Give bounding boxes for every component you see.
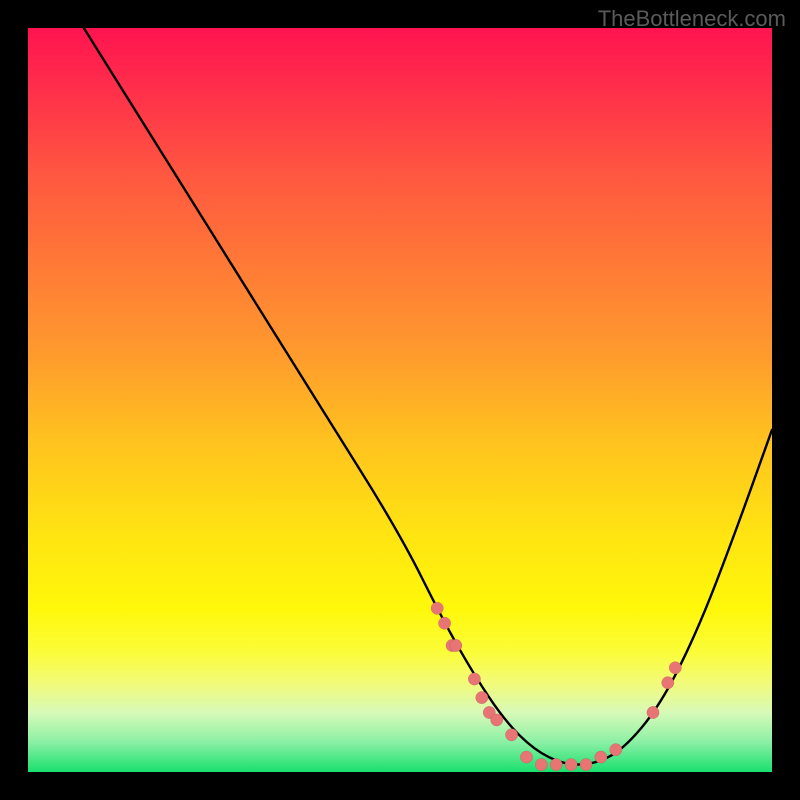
data-marker	[491, 714, 503, 726]
data-markers	[431, 602, 682, 771]
data-marker	[520, 751, 532, 763]
data-marker	[595, 751, 607, 763]
chart-svg	[28, 28, 772, 772]
data-marker	[505, 729, 517, 741]
data-marker	[669, 662, 681, 674]
data-marker	[468, 673, 480, 685]
data-marker	[662, 677, 674, 689]
data-marker	[610, 744, 622, 756]
watermark-text: TheBottleneck.com	[598, 6, 786, 32]
data-marker	[565, 758, 577, 770]
data-marker	[647, 706, 659, 718]
plot-area	[28, 28, 772, 772]
data-marker	[580, 758, 592, 770]
data-marker	[535, 758, 547, 770]
bottleneck-curve-line	[28, 28, 772, 765]
data-marker	[450, 639, 462, 651]
data-marker	[476, 691, 488, 703]
data-marker	[431, 602, 443, 614]
data-marker	[550, 758, 562, 770]
data-marker	[438, 617, 450, 629]
